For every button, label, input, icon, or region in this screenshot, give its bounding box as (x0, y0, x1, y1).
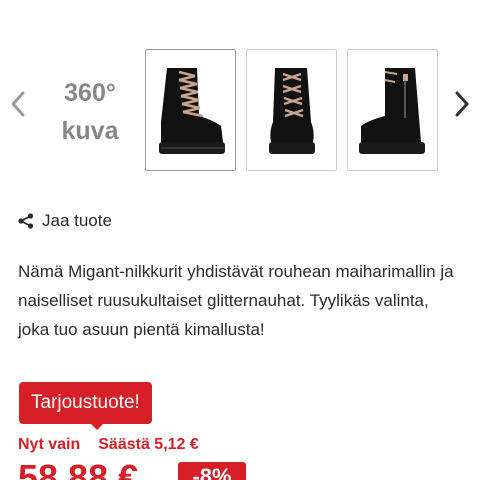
view-360-sublabel: kuva (61, 117, 119, 145)
thumbnail-boot-front[interactable] (246, 49, 337, 171)
promo-badge: Tarjoustuote! (19, 382, 152, 424)
chevron-left-icon (11, 91, 25, 117)
share-icon (18, 213, 34, 229)
thumbnail-boot-inner-side[interactable] (347, 49, 438, 171)
boot-image (358, 68, 425, 154)
share-label: Jaa tuote (42, 211, 112, 230)
share-product-link[interactable]: Jaa tuote (18, 211, 112, 231)
chevron-right-icon (455, 91, 469, 117)
carousel-prev-button[interactable] (4, 86, 32, 122)
thumbnail-boot-side[interactable] (145, 49, 236, 171)
carousel-next-button[interactable] (448, 86, 476, 122)
savings-label: Säästä 5,12 € (98, 436, 199, 453)
now-only-label: Nyt vain (18, 436, 81, 453)
promo-badge-pointer (90, 423, 104, 430)
image-carousel: 360° kuva (0, 40, 480, 180)
view-360-label: 360° (64, 79, 116, 107)
product-description: Nämä Migant-nilkkurit yhdistävät rouhean… (18, 262, 454, 339)
price-info-row: Nyt vain Säästä 5,12 € (18, 436, 199, 454)
view-360-button[interactable]: 360° kuva (46, 74, 134, 150)
sale-price: 58,88 € (18, 457, 139, 480)
discount-badge: -8% (178, 462, 246, 480)
boot-image (158, 68, 225, 154)
boot-image (268, 68, 315, 154)
